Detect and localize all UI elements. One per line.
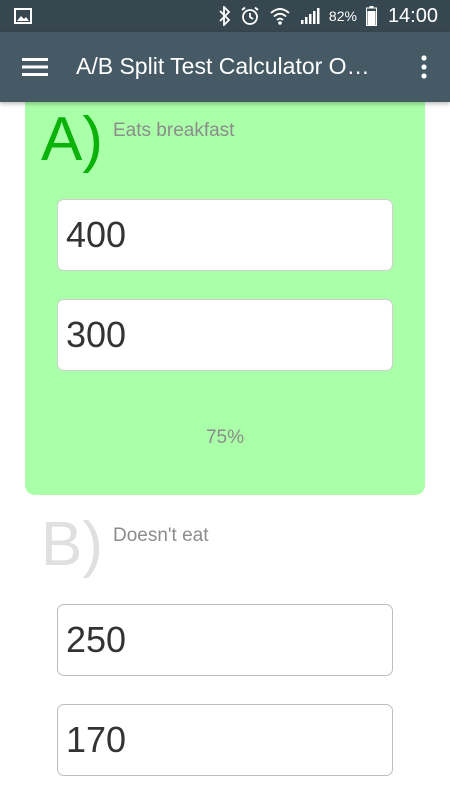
status-time: 14:00 <box>387 4 438 27</box>
variant-a-visitors-input[interactable] <box>57 199 393 271</box>
battery-icon <box>365 6 377 26</box>
gallery-icon <box>14 8 32 24</box>
app-bar: A/B Split Test Calculator O… <box>0 32 450 102</box>
signal-icon <box>300 8 320 24</box>
wifi-icon <box>270 8 290 25</box>
variant-b-card: B) Doesn't eat <box>25 497 425 800</box>
more-vert-icon[interactable] <box>418 54 430 80</box>
variant-a-conversions-input[interactable] <box>57 299 393 371</box>
bluetooth-icon <box>219 6 231 26</box>
variant-a-card: A) Eats breakfast 75% <box>25 102 425 495</box>
variant-b-name[interactable]: Doesn't eat <box>113 525 209 547</box>
variant-a-name[interactable]: Eats breakfast <box>113 120 234 142</box>
variant-b-visitors-input[interactable] <box>57 604 393 676</box>
alarm-icon <box>241 6 259 25</box>
status-bar: 82% 14:00 <box>0 0 450 32</box>
variant-b-letter: B) <box>41 510 103 579</box>
variant-a-letter: A) <box>41 105 103 174</box>
variant-b-conversions-input[interactable] <box>57 704 393 776</box>
page-title: A/B Split Test Calculator O… <box>76 53 370 79</box>
variant-a-conversion-rate: 75% <box>205 427 245 448</box>
battery-percentage: 82% <box>328 8 357 24</box>
hamburger-menu-icon[interactable] <box>22 54 48 80</box>
calculator-content: A) Eats breakfast 75% B) Doesn't eat <box>0 102 450 800</box>
